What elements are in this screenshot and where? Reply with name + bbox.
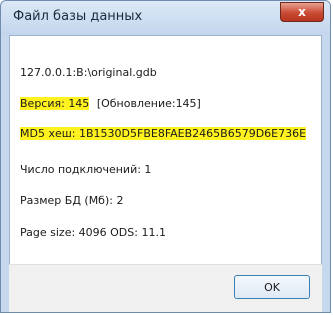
button-bar: OK (9, 264, 322, 312)
window-title: Файл базы данных (13, 9, 143, 24)
md5-hash: MD5 хеш: 1B1530D5FBE8FAEB2465B6579D6E736… (20, 127, 307, 140)
close-icon: x (298, 5, 306, 19)
close-button[interactable]: x (280, 2, 324, 22)
version-row: Версия: 145 [Обновление:145] (20, 97, 201, 110)
db-size: Размер БД (Мб): 2 (20, 194, 124, 207)
database-path: 127.0.0.1:B:\original.gdb (20, 66, 157, 79)
page-size-ods: Page size: 4096 ODS: 11.1 (20, 226, 166, 239)
md5-row: MD5 хеш: 1B1530D5FBE8FAEB2465B6579D6E736… (20, 127, 307, 140)
update-label: [Обновление:145] (96, 97, 201, 110)
dialog-window: Файл базы данных x 127.0.0.1:B:\original… (0, 0, 331, 313)
ok-button[interactable]: OK (234, 275, 310, 299)
title-bar[interactable]: Файл базы данных x (1, 1, 330, 35)
version-label: Версия: 145 (20, 97, 90, 110)
connections-count: Число подключений: 1 (20, 163, 152, 176)
